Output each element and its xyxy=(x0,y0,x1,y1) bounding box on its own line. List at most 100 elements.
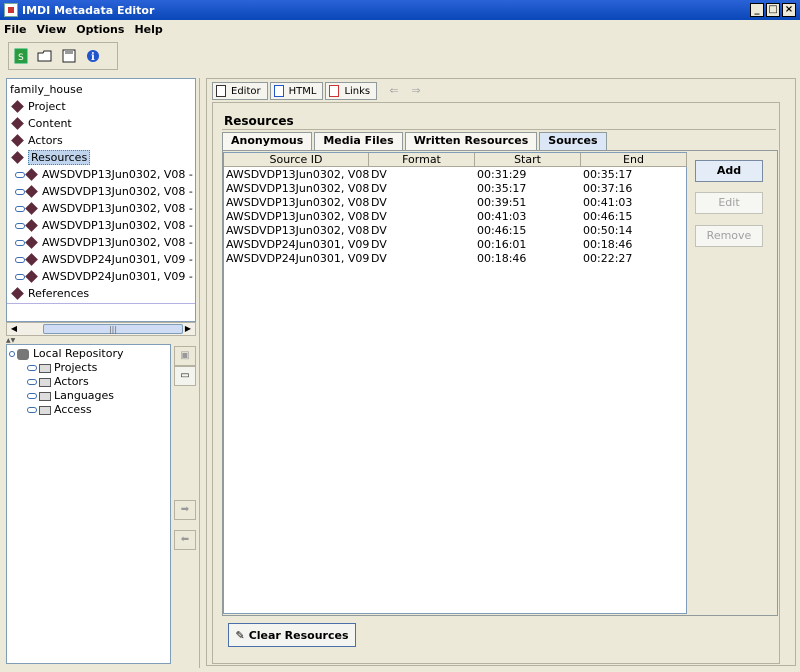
tree-item-resource[interactable]: AWSDVDP13Jun0302, V08 - DV xyxy=(15,200,195,217)
tab-anonymous[interactable]: Anonymous xyxy=(222,132,313,150)
resource-tabs: Anonymous Media Files Written Resources … xyxy=(222,132,609,150)
repository-root[interactable]: Local Repository xyxy=(9,347,124,361)
menu-options[interactable]: Options xyxy=(76,23,124,36)
tab-editor[interactable]: Editor xyxy=(212,82,268,100)
scroll-left-icon[interactable]: ◀ xyxy=(7,323,21,335)
open-folder-icon[interactable] xyxy=(37,48,53,64)
tree-root[interactable]: family_house xyxy=(10,81,83,98)
tree-item-resource[interactable]: AWSDVDP24Jun0301, V09 - DV xyxy=(15,251,195,268)
cell-start[interactable]: 00:35:17 xyxy=(475,182,526,196)
cell-start[interactable]: 00:39:51 xyxy=(475,196,526,210)
cell-start[interactable]: 00:16:01 xyxy=(475,238,526,252)
cell-end[interactable]: 00:18:46 xyxy=(581,238,632,252)
cell-format[interactable]: DV xyxy=(369,252,387,266)
open-folder-icon[interactable]: ▭ xyxy=(174,366,196,386)
clear-resources-button[interactable]: ✎ Clear Resources xyxy=(228,623,356,647)
repository-item-projects[interactable]: Projects xyxy=(27,361,97,375)
cell-format[interactable]: DV xyxy=(369,238,387,252)
cell-start[interactable]: 00:46:15 xyxy=(475,224,526,238)
tree-item-resource[interactable]: AWSDVDP13Jun0302, V08 - DV xyxy=(15,183,195,200)
tree-handle-icon xyxy=(15,172,25,178)
toolbar: S i xyxy=(8,42,118,70)
column-header-source-id[interactable]: Source ID xyxy=(224,153,369,167)
cell-end[interactable]: 00:22:27 xyxy=(581,252,632,266)
tree-item-references[interactable]: References xyxy=(11,285,89,302)
repository-tree: Local Repository Projects Actors Languag… xyxy=(6,344,171,664)
cell-format[interactable]: DV xyxy=(369,224,387,238)
scrollbar-thumb[interactable]: ||| xyxy=(43,324,183,334)
svg-text:S: S xyxy=(18,53,24,63)
new-document-icon[interactable]: S xyxy=(13,48,29,64)
cell-format[interactable]: DV xyxy=(369,168,387,182)
repository-item-languages[interactable]: Languages xyxy=(27,389,114,403)
tab-sources[interactable]: Sources xyxy=(539,132,607,150)
arrow-left-icon[interactable]: ⬅ xyxy=(174,530,196,550)
tree-item-content[interactable]: Content xyxy=(11,115,72,132)
vertical-split-divider[interactable] xyxy=(199,78,205,668)
remove-button[interactable]: Remove xyxy=(695,225,763,247)
folder-icon xyxy=(39,377,51,387)
column-header-format[interactable]: Format xyxy=(369,153,475,167)
node-icon xyxy=(25,201,38,215)
tree-item-actors[interactable]: Actors xyxy=(11,132,63,149)
tab-written-resources[interactable]: Written Resources xyxy=(404,132,538,150)
column-header-end[interactable]: End xyxy=(581,153,687,167)
document-icon xyxy=(216,85,226,97)
tree-item-resources[interactable]: Resources xyxy=(11,149,91,166)
forward-arrow-icon[interactable]: ⇒ xyxy=(408,84,424,98)
cell-format[interactable]: DV xyxy=(369,210,387,224)
tab-links[interactable]: Links xyxy=(325,82,378,100)
tree-item-resource[interactable]: AWSDVDP13Jun0302, V08 - DV xyxy=(15,217,195,234)
save-icon[interactable] xyxy=(61,48,77,64)
tree-handle-icon xyxy=(27,365,37,371)
repository-item-actors[interactable]: Actors xyxy=(27,375,89,389)
column-header-start[interactable]: Start xyxy=(475,153,581,167)
cell-source-id[interactable]: AWSDVDP24Jun0301, V09 xyxy=(224,238,369,252)
info-icon[interactable]: i xyxy=(85,48,101,64)
node-icon xyxy=(25,269,38,283)
tree-horizontal-scrollbar[interactable]: ◀ ||| ▶ xyxy=(6,322,196,336)
tree-item-resource[interactable]: AWSDVDP13Jun0302, V08 - DV xyxy=(15,166,195,183)
menu-help[interactable]: Help xyxy=(134,23,162,36)
resources-title: Resources xyxy=(224,114,294,128)
database-icon xyxy=(17,348,29,360)
cell-end[interactable]: 00:37:16 xyxy=(581,182,632,196)
eraser-icon: ✎ xyxy=(235,628,245,642)
cell-end[interactable]: 00:35:17 xyxy=(581,168,632,182)
scroll-right-icon[interactable]: ▶ xyxy=(181,323,195,335)
cell-start[interactable]: 00:31:29 xyxy=(475,168,526,182)
menu-view[interactable]: View xyxy=(37,23,67,36)
repository-item-access[interactable]: Access xyxy=(27,403,92,417)
node-icon xyxy=(11,286,24,300)
menu-file[interactable]: File xyxy=(4,23,27,36)
arrow-right-icon[interactable]: ➡ xyxy=(174,500,196,520)
save-icon[interactable]: ▣ xyxy=(174,346,196,366)
minimize-button[interactable]: _ xyxy=(750,3,764,17)
cell-end[interactable]: 00:50:14 xyxy=(581,224,632,238)
cell-start[interactable]: 00:41:03 xyxy=(475,210,526,224)
cell-source-id[interactable]: AWSDVDP13Jun0302, V08 xyxy=(224,224,369,238)
cell-source-id[interactable]: AWSDVDP13Jun0302, V08 xyxy=(224,210,369,224)
cell-source-id[interactable]: AWSDVDP24Jun0301, V09 xyxy=(224,252,369,266)
tab-html[interactable]: HTML xyxy=(269,82,324,100)
close-button[interactable]: × xyxy=(782,3,796,17)
tree-item-resource[interactable]: AWSDVDP13Jun0302, V08 - DV xyxy=(15,234,195,251)
node-icon xyxy=(11,133,24,147)
tab-media-files[interactable]: Media Files xyxy=(314,132,403,150)
cell-end[interactable]: 00:41:03 xyxy=(581,196,632,210)
maximize-button[interactable]: □ xyxy=(766,3,780,17)
cell-source-id[interactable]: AWSDVDP13Jun0302, V08 xyxy=(224,168,369,182)
add-button[interactable]: Add xyxy=(695,160,763,182)
cell-source-id[interactable]: AWSDVDP13Jun0302, V08 xyxy=(224,196,369,210)
tree-item-project[interactable]: Project xyxy=(11,98,66,115)
folder-icon xyxy=(39,363,51,373)
back-arrow-icon[interactable]: ⇐ xyxy=(386,84,402,98)
cell-end[interactable]: 00:46:15 xyxy=(581,210,632,224)
edit-button[interactable]: Edit xyxy=(695,192,763,214)
cell-format[interactable]: DV xyxy=(369,182,387,196)
cell-start[interactable]: 00:18:46 xyxy=(475,252,526,266)
tree-item-resource[interactable]: AWSDVDP24Jun0301, V09 - DV xyxy=(15,268,195,285)
cell-format[interactable]: DV xyxy=(369,196,387,210)
window-title: IMDI Metadata Editor xyxy=(22,3,155,17)
cell-source-id[interactable]: AWSDVDP13Jun0302, V08 xyxy=(224,182,369,196)
